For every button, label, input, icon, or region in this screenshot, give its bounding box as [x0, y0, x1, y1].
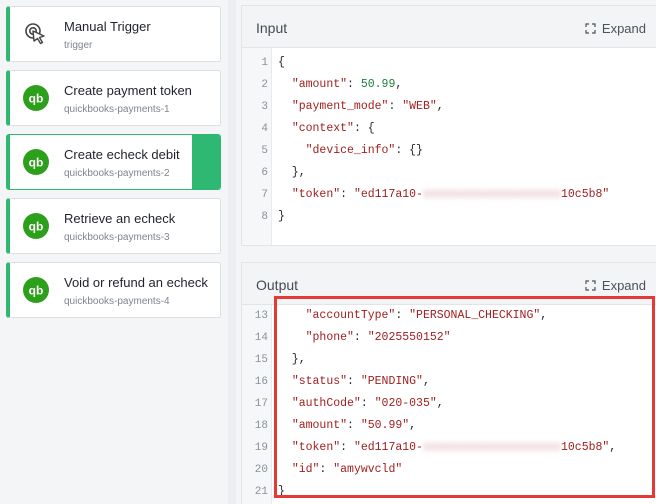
workflow-steps: Manual Trigger trigger qb Create payment…: [6, 6, 221, 326]
code-text: "authCode": "020-035",: [291, 397, 444, 410]
step-manual-trigger[interactable]: Manual Trigger trigger: [6, 6, 221, 62]
code-text: }: [278, 210, 285, 223]
step-title: Void or refund an echeck: [64, 275, 208, 290]
code-line: 14 "phone": "2025550152": [242, 327, 656, 349]
line-number: 17: [254, 398, 268, 410]
line-number: 16: [254, 376, 268, 388]
expand-icon: [585, 280, 596, 291]
step-title: Retrieve an echeck: [64, 211, 176, 226]
code-text: "device_info": {}: [305, 144, 423, 157]
step-create-payment-token[interactable]: qb Create payment token quickbooks-payme…: [6, 70, 221, 126]
code-line: 4 "context": {: [242, 118, 656, 140]
line-number: 20: [254, 464, 268, 476]
quickbooks-icon: qb: [22, 212, 50, 240]
code-text: "payment_mode": "WEB",: [291, 100, 444, 113]
quickbooks-icon: qb: [22, 148, 50, 176]
step-void-refund-echeck[interactable]: qb Void or refund an echeck quickbooks-p…: [6, 262, 221, 318]
line-number: 2: [261, 79, 268, 91]
step-title: Manual Trigger: [64, 19, 151, 34]
step-subtitle: trigger: [64, 40, 93, 51]
line-number: 14: [254, 332, 268, 344]
code-line: 16 "status": "PENDING",: [242, 371, 656, 393]
code-text: "id": "amywvcld": [291, 463, 403, 476]
code-line: 3 "payment_mode": "WEB",: [242, 96, 656, 118]
line-number: 3: [261, 101, 268, 113]
code-line: 19 "token": "ed117a10-xxxxxxxxxxxxxxxxxx…: [242, 437, 656, 459]
step-title: Create payment token: [64, 83, 192, 98]
expand-label: Expand: [601, 21, 646, 36]
input-panel-header: Input Expand: [242, 6, 656, 48]
output-panel-title: Output: [256, 277, 299, 293]
line-number: 19: [254, 442, 268, 454]
step-title: Create echeck debit: [64, 147, 180, 162]
line-number: 21: [254, 486, 268, 498]
svg-text:qb: qb: [29, 220, 44, 234]
input-code-editor[interactable]: 1{ 2 "amount": 50.99, 3 "payment_mode": …: [242, 48, 656, 245]
code-line: 2 "amount": 50.99,: [242, 74, 656, 96]
output-code-editor[interactable]: 13 "accountType": "PERSONAL_CHECKING", 1…: [242, 305, 656, 504]
code-line: 7 "token": "ed117a10-xxxxxxxxxxxxxxxxxxx…: [242, 184, 656, 206]
svg-text:qb: qb: [29, 156, 44, 170]
code-text: "status": "PENDING",: [291, 375, 430, 388]
code-line: 13 "accountType": "PERSONAL_CHECKING",: [242, 305, 656, 327]
line-number: 13: [254, 310, 268, 322]
code-text: "token": "ed117a10-xxxxxxxxxxxxxxxxxxxx1…: [291, 441, 617, 454]
code-line: 5 "device_info": {}: [242, 140, 656, 162]
input-panel-title: Input: [256, 20, 288, 36]
code-text: "token": "ed117a10-xxxxxxxxxxxxxxxxxxxx1…: [291, 188, 610, 201]
svg-text:qb: qb: [29, 284, 44, 298]
step-subtitle: quickbooks-payments-4: [64, 296, 170, 307]
code-text: },: [278, 353, 306, 366]
code-line: 20 "id": "amywvcld": [242, 459, 656, 481]
code-line: 15 },: [242, 349, 656, 371]
column-divider: [228, 0, 236, 504]
line-number: 8: [261, 211, 268, 223]
code-text: "context": {: [291, 122, 375, 135]
output-panel: Output Expand 13 "accountType": "PERSONA…: [241, 262, 656, 504]
line-number: 4: [261, 123, 268, 135]
code-text: {: [278, 56, 285, 69]
code-line: 18 "amount": "50.99",: [242, 415, 656, 437]
step-retrieve-echeck[interactable]: qb Retrieve an echeck quickbooks-payment…: [6, 198, 221, 254]
input-panel: Input Expand 1{ 2 "amount": 50.99, 3 "pa…: [241, 5, 656, 246]
step-subtitle: quickbooks-payments-1: [64, 104, 170, 115]
code-line: 17 "authCode": "020-035",: [242, 393, 656, 415]
quickbooks-icon: qb: [22, 276, 50, 304]
quickbooks-icon: qb: [22, 84, 50, 112]
code-text: }: [278, 485, 285, 498]
expand-label: Expand: [601, 278, 646, 293]
redacted-text: xxxxxxxxxxxxxxxxxxxx: [422, 188, 561, 201]
code-line: 21}: [242, 481, 656, 503]
step-create-echeck-debit[interactable]: qb Create echeck debit quickbooks-paymen…: [6, 134, 221, 190]
redacted-text: xxxxxxxxxxxxxxxxxxxx: [422, 441, 561, 454]
line-number: 7: [261, 189, 268, 201]
line-number: 6: [261, 167, 268, 179]
line-number: 15: [254, 354, 268, 366]
code-text: "phone": "2025550152": [305, 331, 451, 344]
manual-trigger-icon: [22, 20, 50, 48]
step-subtitle: quickbooks-payments-2: [64, 168, 170, 179]
line-number: 1: [261, 57, 268, 69]
line-number: 18: [254, 420, 268, 432]
input-expand-button[interactable]: Expand: [585, 21, 646, 36]
code-text: "amount": "50.99",: [291, 419, 417, 432]
code-text: "accountType": "PERSONAL_CHECKING",: [305, 309, 548, 322]
output-expand-button[interactable]: Expand: [585, 278, 646, 293]
code-line: 6 },: [242, 162, 656, 184]
code-text: },: [278, 166, 306, 179]
code-line: 8}: [242, 206, 656, 228]
line-number: 5: [261, 145, 268, 157]
step-subtitle: quickbooks-payments-3: [64, 232, 170, 243]
active-step-indicator: [192, 135, 220, 189]
code-text: "amount": 50.99,: [291, 78, 403, 91]
output-panel-header: Output Expand: [242, 263, 656, 305]
expand-icon: [585, 23, 596, 34]
code-line: 1{: [242, 52, 656, 74]
svg-text:qb: qb: [29, 92, 44, 106]
